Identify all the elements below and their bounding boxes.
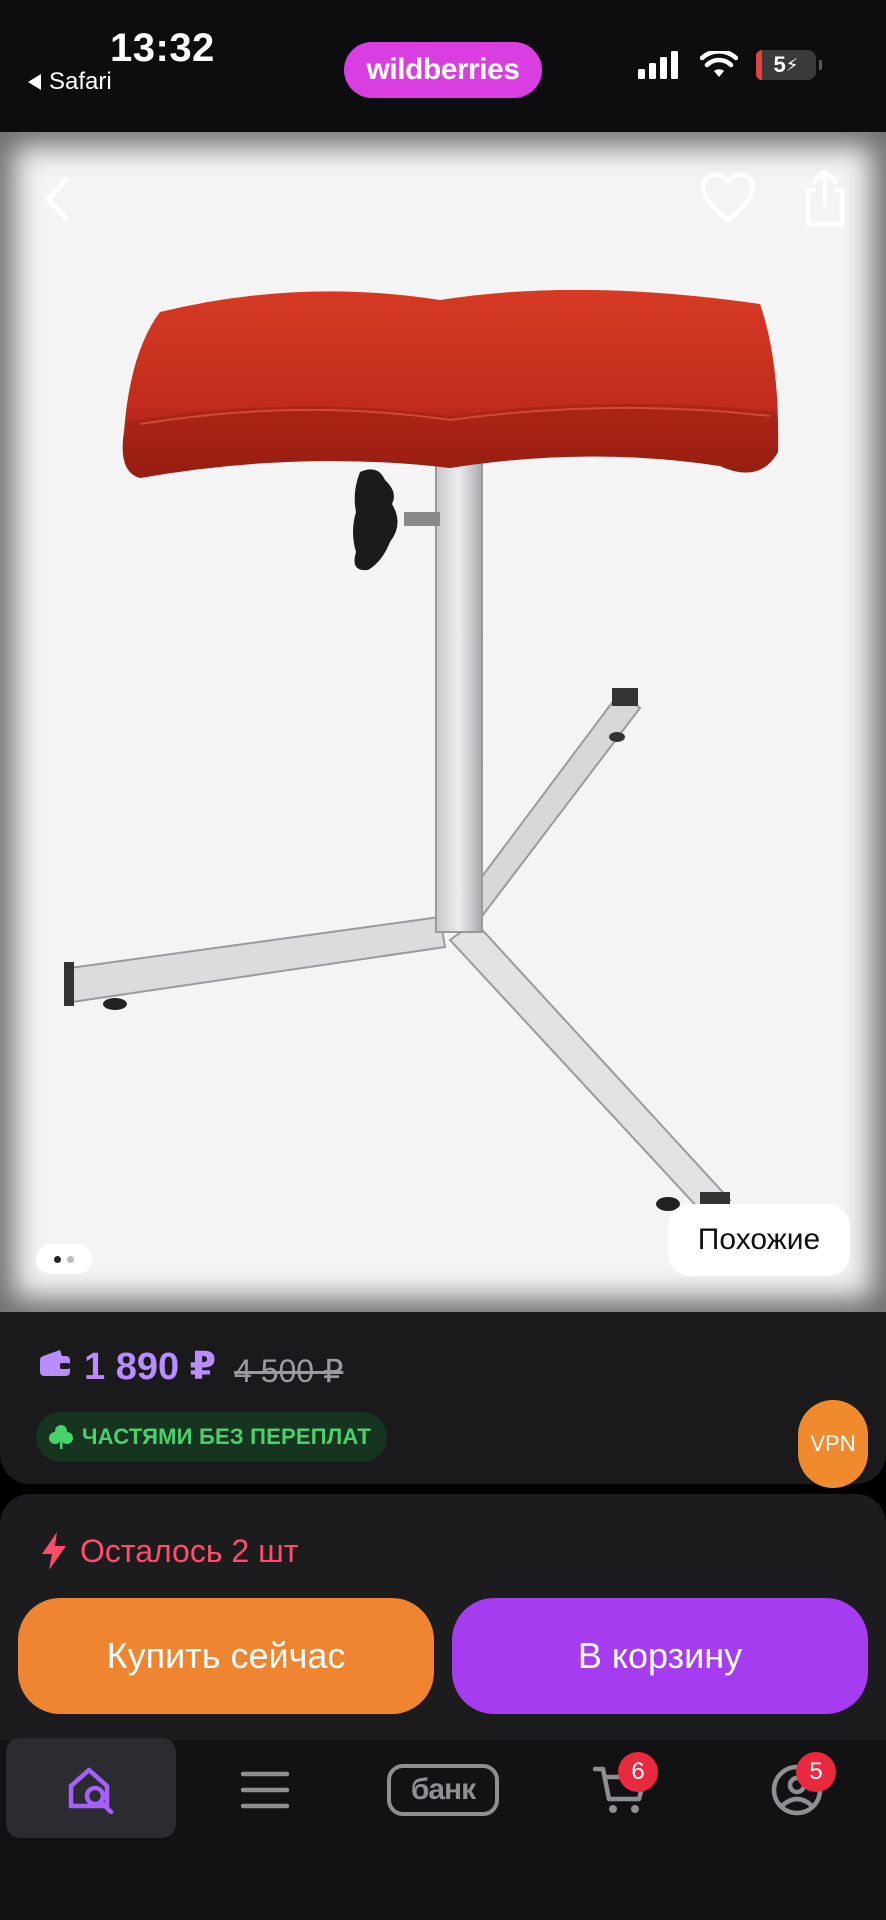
- share-button[interactable]: [800, 168, 850, 228]
- back-to-app-link[interactable]: Safari: [28, 68, 112, 96]
- stock-text: Осталось 2 шт: [80, 1532, 299, 1569]
- old-price: 4 500 ₽: [234, 1353, 344, 1389]
- status-bar: 13:32 Safari wildberries 5 ⚡: [0, 0, 886, 132]
- pagination-dot[interactable]: [67, 1255, 74, 1263]
- price-card: 1 890 ₽ 4 500 ₽ ЧАСТЯМИ БЕЗ ПЕРЕПЛАТ: [0, 1312, 886, 1484]
- installments-badge[interactable]: ЧАСТЯМИ БЕЗ ПЕРЕПЛАТ: [36, 1412, 388, 1462]
- tab-bank[interactable]: банк: [358, 1740, 528, 1840]
- current-price: 1 890 ₽: [84, 1346, 217, 1388]
- wallet-icon: [40, 1350, 70, 1376]
- status-time: 13:32: [110, 26, 215, 70]
- product-image: [64, 289, 779, 1212]
- clover-icon: [49, 1425, 73, 1449]
- vpn-badge[interactable]: VPN: [798, 1400, 868, 1488]
- similar-products-button[interactable]: Похожие: [668, 1204, 850, 1276]
- tab-cart[interactable]: 6: [536, 1740, 706, 1840]
- gallery-pagination[interactable]: [36, 1244, 92, 1274]
- share-icon: [805, 168, 845, 227]
- menu-icon: [241, 1771, 289, 1809]
- lightning-icon: [42, 1532, 66, 1570]
- back-icon: [45, 177, 69, 221]
- wifi-icon: [700, 51, 738, 77]
- installments-label: ЧАСТЯМИ БЕЗ ПЕРЕПЛАТ: [82, 1424, 372, 1449]
- battery-icon: 5 ⚡: [756, 50, 822, 80]
- tab-menu[interactable]: [180, 1740, 350, 1840]
- cart-badge: 6: [618, 1752, 658, 1792]
- status-icons: 5 ⚡: [638, 50, 822, 80]
- bank-logo: банк: [387, 1764, 499, 1816]
- heart-icon: [700, 172, 756, 223]
- signal-icon: [638, 51, 678, 79]
- tab-home-search[interactable]: [6, 1738, 176, 1838]
- add-to-cart-button[interactable]: В корзину: [452, 1598, 868, 1714]
- brand-logo: wildberries: [344, 42, 542, 98]
- product-gallery[interactable]: Похожие: [0, 132, 886, 1312]
- tab-bar: банк 6 5: [0, 1738, 886, 1920]
- home-search-icon: [68, 1767, 114, 1814]
- purchase-panel: Осталось 2 шт Купить сейчас В корзину: [0, 1494, 886, 1740]
- pagination-dot-active[interactable]: [54, 1255, 61, 1263]
- back-app-label: Safari: [49, 68, 112, 95]
- tab-profile[interactable]: 5: [712, 1740, 882, 1840]
- battery-level: 5: [773, 52, 786, 77]
- buy-now-button[interactable]: Купить сейчас: [18, 1598, 434, 1714]
- back-button[interactable]: [38, 174, 78, 224]
- stock-status: Осталось 2 шт: [42, 1532, 298, 1570]
- favorite-button[interactable]: [700, 172, 756, 224]
- profile-badge: 5: [796, 1752, 836, 1792]
- back-triangle-icon: [28, 74, 41, 90]
